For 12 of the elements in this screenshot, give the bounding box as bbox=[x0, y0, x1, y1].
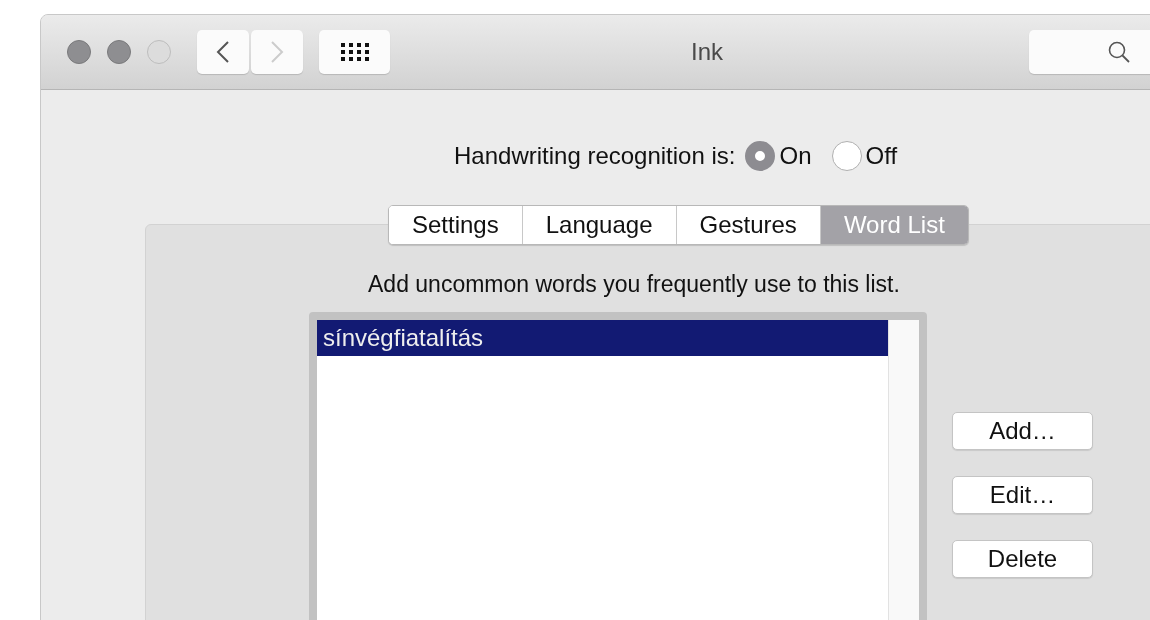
push-button[interactable]: Delete bbox=[952, 540, 1093, 578]
push-button[interactable]: Edit… bbox=[952, 476, 1093, 514]
tab[interactable]: Gestures bbox=[676, 206, 821, 244]
radio-button[interactable]: Off bbox=[831, 141, 898, 171]
push-button[interactable]: Add… bbox=[952, 412, 1093, 450]
recognition-label: Handwriting recognition is: bbox=[454, 142, 736, 170]
window-title: Ink bbox=[691, 38, 723, 66]
tab[interactable]: Language bbox=[522, 206, 677, 244]
radio-button[interactable]: On bbox=[745, 141, 812, 171]
tab[interactable]: Settings bbox=[389, 206, 523, 244]
description-text: Add uncommon words you frequently use to this list. bbox=[368, 271, 901, 298]
list-item[interactable]: sínvégfiatalítás bbox=[317, 320, 888, 356]
